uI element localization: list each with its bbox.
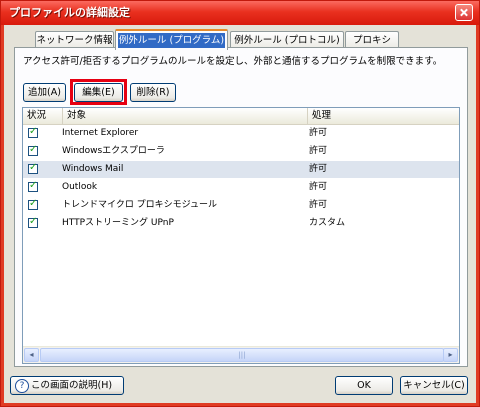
close-button[interactable] (455, 4, 473, 21)
action-value: 許可 (309, 164, 328, 174)
ok-button[interactable]: OK (335, 376, 393, 395)
tab-network-info[interactable]: ネットワーク情報 (35, 31, 114, 48)
scroll-right-arrow-icon[interactable]: ▸ (443, 348, 458, 362)
target-name: HTTPストリーミング UPnP (62, 218, 174, 228)
checkbox[interactable] (28, 162, 38, 174)
edit-button[interactable]: 編集(E) (74, 83, 123, 102)
list-item[interactable]: Internet Explorer 許可 (23, 125, 459, 142)
tab-panel: アクセス許可/拒否するプログラムのルールを設定し、外部と通信するプログラムを制限… (14, 47, 468, 367)
delete-button[interactable]: 削除(R) (130, 83, 176, 102)
column-action[interactable]: 処理 (308, 108, 459, 124)
dialog-body: ネットワーク情報 例外ルール (プログラム) 例外ルール (プロトコル) プロキ… (1, 25, 479, 406)
target-name: Internet Explorer (62, 128, 139, 138)
dialog-window: プロファイルの詳細設定 ネットワーク情報 例外ルール (プログラム) 例外ルール… (0, 0, 480, 407)
target-name: Outlook (62, 182, 98, 192)
column-target[interactable]: 対象 (63, 108, 308, 124)
title-bar[interactable]: プロファイルの詳細設定 (1, 1, 479, 25)
description-text: アクセス許可/拒否するプログラムのルールを設定し、外部と通信するプログラムを制限… (23, 56, 443, 67)
target-name: Windowsエクスプローラ (62, 146, 165, 156)
rule-list[interactable]: 状況 対象 処理 Internet Explorer 許可 Windowsエクス… (22, 107, 460, 364)
help-button[interactable]: ? この画面の説明(H) (10, 376, 124, 395)
checkbox[interactable] (28, 180, 38, 192)
help-button-label: この画面の説明(H) (31, 380, 113, 391)
list-item[interactable]: Windowsエクスプローラ 許可 (23, 143, 459, 160)
action-value: 許可 (309, 128, 328, 138)
action-value: カスタム (309, 218, 346, 228)
list-item[interactable]: Outlook 許可 (23, 179, 459, 196)
checkbox[interactable] (28, 126, 38, 138)
list-item[interactable]: トレンドマイクロ プロキシモジュール 許可 (23, 197, 459, 214)
checkbox[interactable] (28, 144, 38, 156)
list-item[interactable]: HTTPストリーミング UPnP カスタム (23, 215, 459, 232)
window-title: プロファイルの詳細設定 (9, 6, 130, 19)
cancel-button[interactable]: キャンセル(C) (400, 376, 468, 395)
checkbox[interactable] (28, 216, 38, 228)
target-name: Windows Mail (62, 164, 124, 174)
tab-exception-program-label: 例外ルール (プログラム) (118, 33, 225, 48)
horizontal-scrollbar[interactable]: ◂ ||| ▸ (23, 346, 459, 363)
help-icon: ? (15, 378, 29, 393)
target-name: トレンドマイクロ プロキシモジュール (62, 200, 218, 210)
tab-exception-protocol[interactable]: 例外ルール (プロトコル) (230, 31, 344, 48)
action-value: 許可 (309, 146, 328, 156)
action-value: 許可 (309, 182, 328, 192)
scroll-thumb[interactable]: ||| (40, 348, 444, 362)
add-button[interactable]: 追加(A) (23, 83, 66, 102)
column-status[interactable]: 状況 (23, 108, 63, 124)
tab-proxy[interactable]: プロキシ (345, 31, 399, 48)
tab-exception-program[interactable]: 例外ルール (プログラム) (115, 29, 228, 50)
checkbox[interactable] (28, 198, 38, 210)
list-header: 状況 対象 処理 (23, 108, 459, 125)
scroll-left-arrow-icon[interactable]: ◂ (24, 348, 39, 362)
action-value: 許可 (309, 200, 328, 210)
list-item-selected[interactable]: Windows Mail 許可 (23, 161, 459, 178)
